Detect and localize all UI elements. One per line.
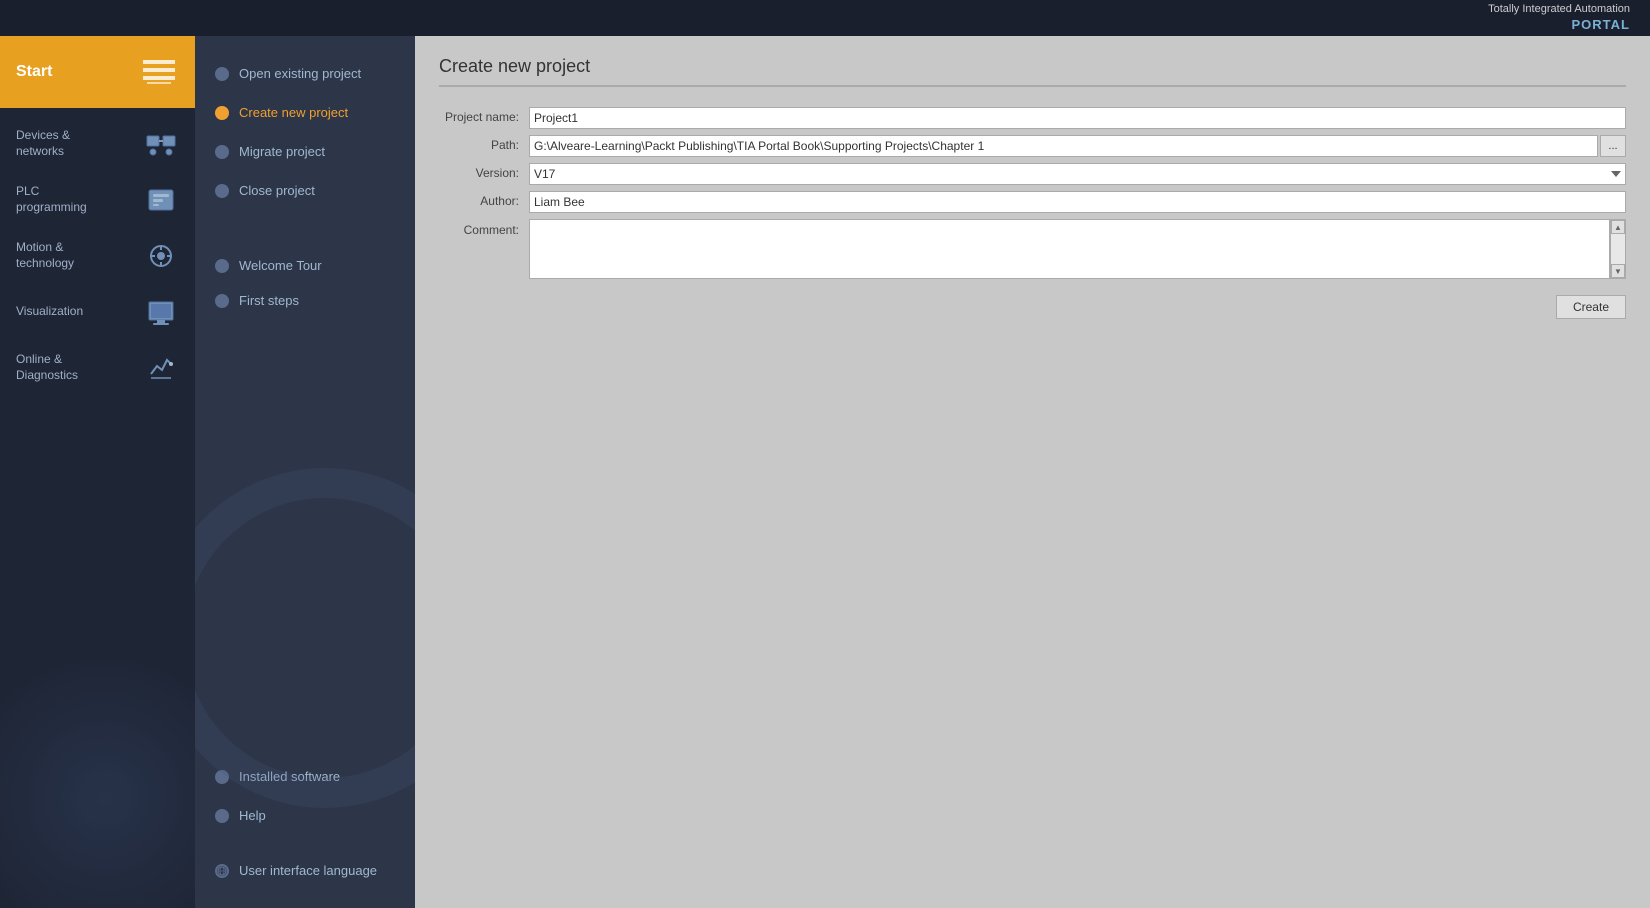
welcome-tour-label: Welcome Tour <box>239 258 322 273</box>
sidebar-item-devices-networks-label: Devices &networks <box>16 128 143 159</box>
close-label: Close project <box>239 183 315 198</box>
create-project-form: Project name: Path: ... Version: V17 <box>439 107 1626 285</box>
sidebar-item-devices-networks[interactable]: Devices &networks <box>0 116 195 172</box>
middle-item-migrate[interactable]: Migrate project <box>195 134 415 169</box>
middle-panel: Open existing project Create new project… <box>195 36 415 908</box>
create-new-label: Create new project <box>239 105 348 120</box>
start-icon <box>139 52 179 92</box>
author-input[interactable] <box>529 191 1626 213</box>
first-steps-label: First steps <box>239 293 299 308</box>
comment-textarea-wrap: ▲ ▼ <box>529 219 1626 279</box>
middle-item-create-new[interactable]: Create new project <box>195 95 415 130</box>
plc-programming-icon <box>143 182 179 218</box>
open-existing-dot <box>215 67 229 81</box>
left-sidebar: Start Devices &networks <box>0 36 195 908</box>
path-label: Path: <box>439 135 529 152</box>
create-button-row: Create <box>439 295 1626 319</box>
version-row: Version: V17 V16 V15 <box>439 163 1626 185</box>
installed-software-dot <box>215 770 229 784</box>
top-bar: Totally Integrated Automation PORTAL <box>0 0 1650 36</box>
first-steps-dot <box>215 294 229 308</box>
path-row: Path: ... <box>439 135 1626 157</box>
visualization-icon <box>143 294 179 330</box>
path-input-wrap: ... <box>529 135 1626 157</box>
scrollbar-track <box>1611 234 1625 264</box>
middle-item-welcome-tour[interactable]: Welcome Tour <box>195 248 415 283</box>
version-select[interactable]: V17 V16 V15 <box>529 163 1626 185</box>
ui-language-icon <box>215 864 229 878</box>
migrate-dot <box>215 145 229 159</box>
middle-item-open-existing[interactable]: Open existing project <box>195 56 415 91</box>
sidebar-item-plc-label: PLCprogramming <box>16 184 143 215</box>
author-row: Author: <box>439 191 1626 213</box>
help-dot <box>215 809 229 823</box>
open-existing-label: Open existing project <box>239 66 361 81</box>
create-new-dot <box>215 106 229 120</box>
comment-textarea[interactable] <box>529 219 1610 279</box>
main-layout: Start Devices &networks <box>0 36 1650 908</box>
page-title: Create new project <box>439 56 1626 87</box>
path-browse-button[interactable]: ... <box>1600 135 1626 157</box>
sidebar-item-visualization-label: Visualization <box>16 304 143 320</box>
author-input-wrap <box>529 191 1626 213</box>
sidebar-item-motion-label: Motion &technology <box>16 240 143 271</box>
start-label: Start <box>16 63 139 81</box>
comment-row: Comment: ▲ ▼ <box>439 219 1626 279</box>
sidebar-nav: Devices &networks PLCprogramming <box>0 108 195 404</box>
project-name-input[interactable] <box>529 107 1626 129</box>
main-content: Create new project Project name: Path: .… <box>415 36 1650 908</box>
sidebar-item-online-label: Online &Diagnostics <box>16 352 143 383</box>
tour-nav: Welcome Tour First steps <box>195 248 415 318</box>
welcome-tour-dot <box>215 259 229 273</box>
help-label: Help <box>239 808 266 823</box>
project-name-label: Project name: <box>439 107 529 124</box>
ui-language-label: User interface language <box>239 863 377 878</box>
middle-bottom-nav: Installed software Help <box>195 759 415 853</box>
version-input-wrap: V17 V16 V15 <box>529 163 1626 185</box>
middle-item-help[interactable]: Help <box>195 798 415 833</box>
motion-technology-icon <box>143 238 179 274</box>
create-button[interactable]: Create <box>1556 295 1626 319</box>
close-dot <box>215 184 229 198</box>
middle-nav-main: Open existing project Create new project… <box>195 56 415 208</box>
start-tab[interactable]: Start <box>0 36 195 108</box>
scrollbar-down-arrow[interactable]: ▼ <box>1611 264 1625 278</box>
sidebar-item-online-diagnostics[interactable]: Online &Diagnostics <box>0 340 195 396</box>
online-diagnostics-icon <box>143 350 179 386</box>
sidebar-item-visualization[interactable]: Visualization <box>0 284 195 340</box>
path-input[interactable] <box>529 135 1598 157</box>
migrate-label: Migrate project <box>239 144 325 159</box>
version-label: Version: <box>439 163 529 180</box>
app-title: Totally Integrated Automation PORTAL <box>1488 2 1630 33</box>
middle-item-installed-software[interactable]: Installed software <box>195 759 415 794</box>
sidebar-item-motion-technology[interactable]: Motion &technology <box>0 228 195 284</box>
scrollbar-up-arrow[interactable]: ▲ <box>1611 220 1625 234</box>
author-label: Author: <box>439 191 529 208</box>
middle-spacer <box>195 318 415 759</box>
comment-scrollbar[interactable]: ▲ ▼ <box>1610 219 1626 279</box>
project-name-input-wrap <box>529 107 1626 129</box>
sidebar-item-plc-programming[interactable]: PLCprogramming <box>0 172 195 228</box>
installed-software-label: Installed software <box>239 769 340 784</box>
middle-item-close[interactable]: Close project <box>195 173 415 208</box>
devices-networks-icon <box>143 126 179 162</box>
project-name-row: Project name: <box>439 107 1626 129</box>
middle-item-first-steps[interactable]: First steps <box>195 283 415 318</box>
comment-label: Comment: <box>439 219 529 237</box>
middle-item-ui-language[interactable]: User interface language <box>195 853 415 888</box>
